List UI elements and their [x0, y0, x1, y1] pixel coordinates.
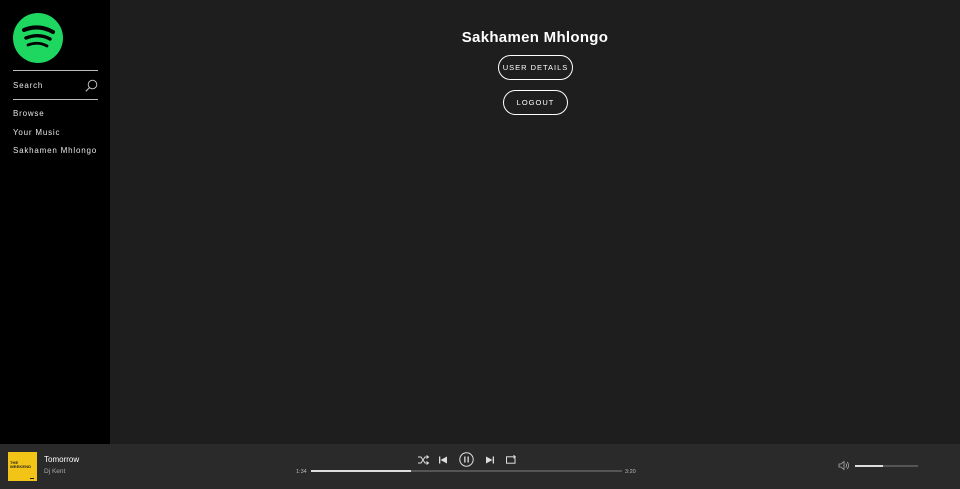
shuffle-icon[interactable]: [416, 453, 430, 467]
spotify-logo-icon[interactable]: [13, 13, 63, 63]
song-title[interactable]: Tomorrow: [44, 455, 79, 464]
main-content: Sakhamen Mhlongo USER DETAILS LOGOUT: [110, 0, 960, 444]
total-time: 3:20: [625, 469, 636, 475]
volume-slider[interactable]: [855, 465, 918, 467]
repeat-icon[interactable]: [504, 453, 518, 467]
sidebar-item-browse[interactable]: Browse: [13, 109, 97, 128]
volume-fill: [855, 465, 883, 467]
search-label: Search: [13, 81, 44, 90]
previous-track-icon[interactable]: [436, 453, 450, 467]
current-time: 1:34: [296, 469, 307, 475]
user-details-button[interactable]: USER DETAILS: [498, 55, 573, 80]
sidebar-nav: Browse Your Music Sakhamen Mhlongo: [13, 109, 97, 165]
next-track-icon[interactable]: [483, 453, 497, 467]
album-cover[interactable]: THE WEEKEND: [8, 452, 37, 481]
logout-button[interactable]: LOGOUT: [503, 90, 568, 115]
album-cover-mark: [30, 478, 34, 479]
album-cover-text: THE WEEKEND: [10, 460, 32, 469]
page-title: Sakhamen Mhlongo: [461, 29, 609, 46]
song-artist[interactable]: Dj Kent: [44, 468, 65, 475]
search-icon[interactable]: [85, 79, 98, 92]
sidebar-item-your-music[interactable]: Your Music: [13, 128, 97, 147]
progress-bar[interactable]: [311, 470, 622, 472]
player-bar: THE WEEKEND Tomorrow Dj Kent 1:34 3:20: [0, 444, 960, 489]
search-bar[interactable]: Search: [13, 70, 98, 100]
progress-fill: [311, 470, 411, 472]
sidebar-item-profile[interactable]: Sakhamen Mhlongo: [13, 146, 97, 165]
volume-icon[interactable]: [838, 460, 850, 471]
pause-icon[interactable]: [459, 452, 474, 467]
sidebar: Search Browse Your Music Sakhamen Mhlong…: [0, 0, 110, 444]
